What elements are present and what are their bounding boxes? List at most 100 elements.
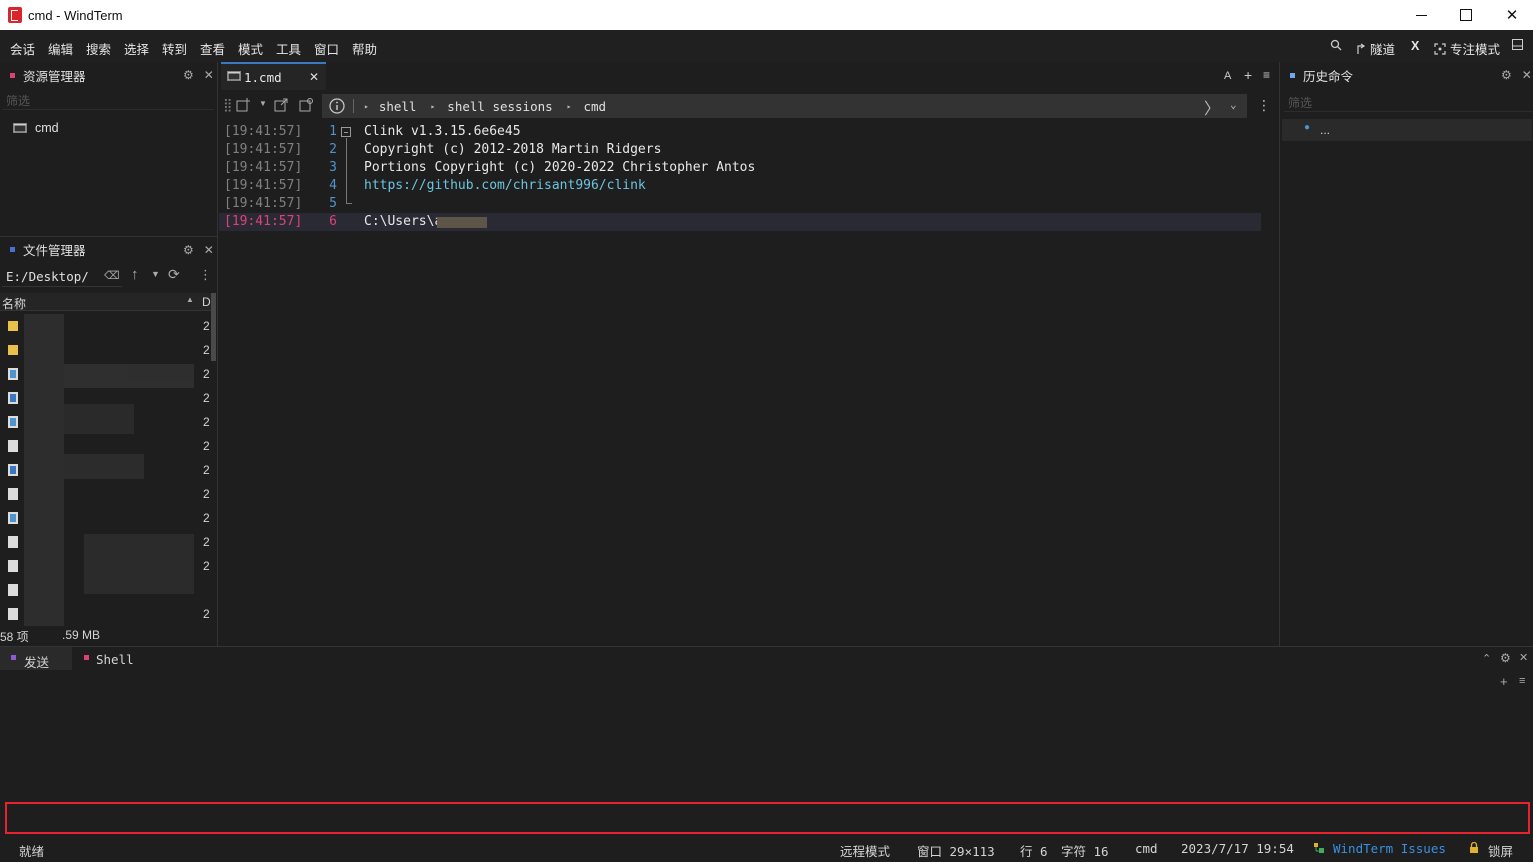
app-icon	[8, 392, 18, 404]
drag-handle-icon[interactable]: ⣿	[223, 97, 233, 113]
history-title: 历史命令	[1303, 69, 1354, 84]
tab-menu-button[interactable]: ≡	[1263, 68, 1270, 82]
breadcrumb-shell-sessions[interactable]: shell sessions	[447, 99, 552, 114]
x-button[interactable]: X	[1411, 39, 1419, 53]
tab-1-cmd[interactable]: 1.cmd ✕	[221, 62, 326, 90]
column-date[interactable]: D	[202, 295, 211, 309]
gear-icon[interactable]: ⚙	[183, 68, 194, 82]
file-manager-dot-icon	[10, 246, 15, 252]
menu-goto[interactable]: 转到	[162, 39, 187, 58]
document-icon	[8, 608, 18, 620]
chevron-down-icon[interactable]: ⌄	[1230, 98, 1237, 111]
lock-screen-button[interactable]: 锁屏	[1488, 841, 1513, 860]
add-icon[interactable]: +	[1500, 674, 1508, 689]
more-icon[interactable]: ⋮	[199, 267, 212, 283]
search-icon[interactable]	[1330, 39, 1342, 51]
status-window-size[interactable]: 窗口 29×113	[917, 841, 995, 860]
menu-icon[interactable]: ≡	[1519, 675, 1525, 687]
chevron-down-icon[interactable]: ▼	[151, 269, 160, 279]
tab-send[interactable]: 发送	[0, 647, 72, 671]
history-item[interactable]: ● ...	[1282, 119, 1532, 141]
history-item-label: ...	[1320, 123, 1331, 137]
clink-link[interactable]: https://github.com/chrisant996/clink	[364, 177, 646, 195]
tab-send-label: 发送	[24, 656, 50, 670]
chevron-up-icon[interactable]: ⌃	[1482, 652, 1491, 665]
menu-select[interactable]: 选择	[124, 39, 149, 58]
menu-tools[interactable]: 工具	[276, 39, 301, 58]
left-sidebar: 资源管理器 ⚙ ✕ 筛选 cmd 文件管理器 ⚙ ✕ E:/Desktop/ ⌫…	[0, 62, 218, 646]
app-icon	[8, 464, 18, 476]
info-icon[interactable]	[329, 98, 345, 114]
focus-icon	[1434, 42, 1446, 55]
send-input[interactable]	[5, 802, 1530, 834]
breadcrumb-arrow-icon: ▸	[566, 101, 572, 111]
history-filter-input[interactable]: 筛选	[1284, 92, 1532, 112]
close-tab-icon[interactable]: ✕	[309, 70, 319, 84]
maximize-button[interactable]	[1451, 4, 1481, 26]
add-tab-button[interactable]: +	[1244, 67, 1252, 83]
fold-toggle-icon[interactable]	[341, 127, 351, 137]
status-row[interactable]: 行 6	[1020, 841, 1048, 860]
close-window-button[interactable]: ✕	[1497, 4, 1527, 26]
gear-icon[interactable]: ⚙	[1501, 68, 1512, 82]
folder-icon	[8, 321, 18, 331]
explorer-title: 资源管理器	[23, 69, 86, 84]
focus-mode-label: 专注模式	[1450, 43, 1501, 57]
focus-mode-button[interactable]: 专注模式	[1434, 39, 1500, 58]
menu-help[interactable]: 帮助	[352, 39, 377, 58]
more-icon[interactable]: ⋮	[1257, 97, 1271, 114]
explorer-dot-icon	[10, 72, 15, 78]
menu-view[interactable]: 查看	[200, 39, 225, 58]
minimize-button[interactable]	[1406, 4, 1436, 26]
menu-session[interactable]: 会话	[10, 39, 35, 58]
document-icon	[8, 488, 18, 500]
chevron-right-icon[interactable]: 〉	[1204, 95, 1220, 119]
close-icon[interactable]: ✕	[204, 243, 214, 257]
terminal-current-line: [19:41:57] 6 C:\Users\a	[219, 213, 1261, 231]
layout-icon[interactable]	[1512, 39, 1523, 50]
close-icon[interactable]: ✕	[204, 68, 214, 82]
menu-window[interactable]: 窗口	[314, 39, 339, 58]
file-date: 2	[203, 439, 210, 453]
gear-icon[interactable]: ⚙	[1500, 651, 1511, 665]
duplicate-icon[interactable]	[299, 98, 313, 112]
refresh-icon[interactable]: ⟳	[168, 266, 180, 283]
explorer-filter-input[interactable]: 筛选	[2, 90, 214, 110]
breadcrumb-cmd[interactable]: cmd	[583, 99, 606, 114]
up-arrow-icon[interactable]: ↑	[131, 266, 139, 283]
breadcrumb-arrow-icon: ▸	[364, 101, 369, 111]
file-date: 2	[203, 607, 210, 621]
column-name[interactable]: 名称	[2, 295, 26, 312]
explorer-tools: ⚙ ✕	[183, 68, 214, 82]
clear-path-icon[interactable]: ⌫	[104, 269, 120, 282]
file-list-header: 名称 ▲ D	[0, 293, 214, 311]
menu-edit[interactable]: 编辑	[48, 39, 73, 58]
tunnel-button[interactable]: 隧道	[1356, 39, 1395, 58]
status-remote-mode[interactable]: 远程模式	[840, 841, 890, 860]
open-external-icon[interactable]	[274, 98, 288, 112]
bottom-panel-content: + ≡	[0, 670, 1533, 800]
tunnel-icon	[1357, 43, 1366, 54]
terminal-line: [19:41:57] 5	[224, 196, 337, 211]
status-shell[interactable]: cmd	[1135, 841, 1158, 856]
close-icon[interactable]: ✕	[1522, 68, 1532, 82]
new-session-icon[interactable]	[236, 98, 250, 112]
menu-search[interactable]: 搜索	[86, 39, 111, 58]
file-date: 2	[203, 463, 210, 477]
chevron-down-icon[interactable]: ▼	[259, 99, 267, 108]
issues-icon	[1313, 842, 1325, 854]
breadcrumb-shell[interactable]: shell	[379, 99, 417, 114]
file-date: 2	[203, 391, 210, 405]
explorer-item-cmd[interactable]: cmd	[13, 121, 59, 135]
explorer-header: 资源管理器	[10, 63, 86, 87]
status-col[interactable]: 字符 16	[1061, 841, 1109, 860]
close-icon[interactable]: ✕	[1519, 651, 1528, 664]
gear-icon[interactable]: ⚙	[183, 243, 194, 257]
windterm-issues-link[interactable]: WindTerm Issues	[1333, 841, 1446, 856]
terminal-output[interactable]: [19:41:57] 1 Clink v1.3.15.6e6e45 [19:41…	[219, 120, 1279, 646]
file-total-size: .59 MB	[62, 628, 101, 642]
menu-mode[interactable]: 模式	[238, 39, 263, 58]
font-button[interactable]: A	[1224, 70, 1231, 82]
file-date: 2	[203, 415, 210, 429]
tab-shell[interactable]: Shell	[76, 647, 156, 671]
